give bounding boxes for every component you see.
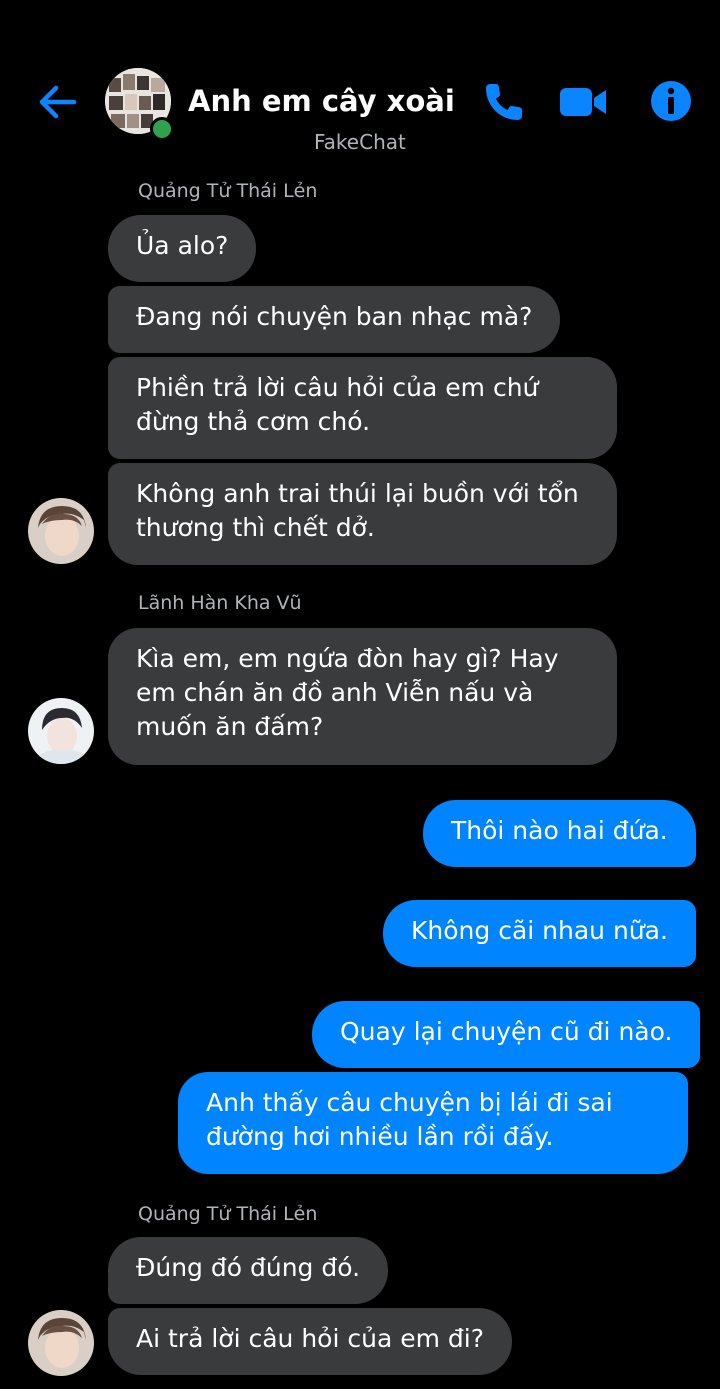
outgoing-message[interactable]: Anh thấy câu chuyện bị lái đi sai đường … bbox=[178, 1072, 688, 1174]
incoming-message[interactable]: Đang nói chuyện ban nhạc mà? bbox=[108, 286, 561, 353]
video-camera-icon bbox=[560, 88, 606, 116]
sender-avatar[interactable] bbox=[28, 698, 94, 764]
sender-avatar[interactable] bbox=[28, 1310, 94, 1376]
message-text: Thôi nào hai đứa. bbox=[451, 816, 668, 845]
online-status-indicator bbox=[150, 117, 174, 141]
message-text: Ai trả lời câu hỏi của em đi? bbox=[136, 1324, 484, 1353]
message-text: em chán ăn đồ anh Viễn nấu và bbox=[136, 678, 534, 707]
back-arrow-icon bbox=[39, 85, 77, 119]
sender-name: Lãnh Hàn Kha Vũ bbox=[138, 592, 302, 614]
sender-name: Quảng Tử Thái Lẻn bbox=[138, 1203, 318, 1225]
chat-subtitle: FakeChat bbox=[314, 130, 406, 154]
incoming-message[interactable]: Kìa em, em ngứa đòn hay gì? Hay em chán … bbox=[108, 628, 617, 765]
message-text: Không cãi nhau nữa. bbox=[411, 916, 668, 945]
chat-header: Anh em cây xoài FakeChat bbox=[0, 0, 720, 170]
message-text: Đang nói chuyện ban nhạc mà? bbox=[136, 302, 533, 331]
info-icon bbox=[651, 81, 691, 121]
incoming-message[interactable]: Phiền trả lời câu hỏi của em chứ đừng th… bbox=[108, 357, 617, 459]
incoming-message[interactable]: Ai trả lời câu hỏi của em đi? bbox=[108, 1308, 512, 1375]
phone-icon bbox=[486, 84, 522, 120]
outgoing-message[interactable]: Quay lại chuyện cũ đi nào. bbox=[312, 1001, 701, 1068]
sender-avatar[interactable] bbox=[28, 498, 94, 564]
message-text: Không anh trai thúi lại buồn với tổn bbox=[136, 479, 579, 508]
message-text: muốn ăn đấm? bbox=[136, 712, 324, 741]
back-button[interactable] bbox=[36, 80, 80, 124]
message-text: Ủa alo? bbox=[136, 231, 229, 260]
incoming-message[interactable]: Không anh trai thúi lại buồn với tổn thư… bbox=[108, 463, 617, 565]
video-call-button[interactable] bbox=[558, 78, 606, 126]
message-text: Phiền trả lời câu hỏi của em chứ bbox=[136, 373, 539, 402]
info-button[interactable] bbox=[648, 78, 696, 126]
message-text: thương thì chết dở. bbox=[136, 513, 375, 542]
incoming-message[interactable]: Ủa alo? bbox=[108, 215, 257, 282]
message-text: đường hơi nhiều lần rồi đấy. bbox=[206, 1122, 554, 1151]
message-text: Quay lại chuyện cũ đi nào. bbox=[340, 1017, 673, 1046]
incoming-message[interactable]: Đúng đó đúng đó. bbox=[108, 1237, 389, 1304]
message-text: Anh thấy câu chuyện bị lái đi sai bbox=[206, 1088, 613, 1117]
message-text: đừng thả cơm chó. bbox=[136, 407, 371, 436]
message-text: Đúng đó đúng đó. bbox=[136, 1253, 361, 1282]
chat-title[interactable]: Anh em cây xoài bbox=[188, 84, 455, 118]
sender-name: Quảng Tử Thái Lẻn bbox=[138, 180, 318, 202]
call-button[interactable] bbox=[480, 78, 528, 126]
outgoing-message[interactable]: Thôi nào hai đứa. bbox=[423, 800, 696, 867]
outgoing-message[interactable]: Không cãi nhau nữa. bbox=[383, 900, 696, 967]
message-text: Kìa em, em ngứa đòn hay gì? Hay bbox=[136, 644, 559, 673]
